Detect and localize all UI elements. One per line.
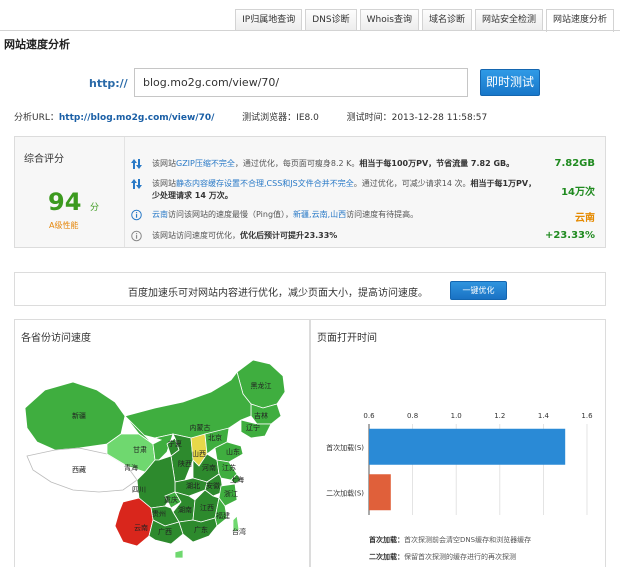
province-label: 青海 bbox=[124, 463, 138, 472]
province-label: 湖南 bbox=[178, 505, 192, 514]
page-title: 网站速度分析 bbox=[4, 38, 70, 51]
province-label: 浙江 bbox=[224, 489, 238, 498]
category-label: 首次加载(S) bbox=[326, 443, 364, 452]
province-label: 广西 bbox=[158, 527, 172, 536]
province-label: 上海 bbox=[230, 475, 244, 484]
legend-second-load: 二次加载：保留首次探测的缓存进行的再次探测 bbox=[369, 553, 516, 561]
x-tick-label: 1.4 bbox=[538, 412, 550, 420]
province-label: 内蒙古 bbox=[190, 423, 211, 432]
province-label: 吉林 bbox=[254, 411, 268, 420]
x-tick-label: 0.6 bbox=[363, 412, 375, 420]
category-label: 二次加载(S) bbox=[326, 488, 364, 497]
province-inner-mongolia[interactable] bbox=[124, 371, 252, 439]
tab-0[interactable]: IP归属地查询 bbox=[235, 9, 303, 31]
x-tick-label: 1.2 bbox=[494, 412, 505, 420]
legend-first-load: 首次加载：首次探测前会清空DNS缓存和浏览器缓存 bbox=[369, 536, 532, 544]
summary-item-text: 云南访问该网站的速度最慢（Ping值），新疆,云南,山西访问速度有待提高。 bbox=[152, 210, 419, 219]
tab-5[interactable]: 网站速度分析 bbox=[545, 9, 614, 32]
test-now-button[interactable]: 即时测试 bbox=[480, 69, 540, 96]
score-box: 综合评分 94 分 A级性能 bbox=[15, 137, 125, 247]
score-unit: 分 bbox=[90, 203, 100, 213]
info-icon bbox=[131, 230, 142, 242]
time-value: 2013-12-28 11:58:57 bbox=[391, 113, 488, 123]
summary-item-text: 该网站GZIP压缩不完全，通过优化，每页面可瘦身8.2 K。相当于每100万PV… bbox=[152, 159, 515, 168]
province-label: 湖北 bbox=[186, 481, 200, 490]
optimize-text: 百度加速乐可对网站内容进行优化，减少页面大小，提高访问速度。 bbox=[128, 288, 428, 299]
tab-4[interactable]: 网站安全检测 bbox=[474, 9, 543, 31]
tab-1[interactable]: DNS诊断 bbox=[305, 9, 357, 31]
province-label: 贵州 bbox=[152, 509, 166, 518]
province-label: 广东 bbox=[194, 525, 208, 534]
info-icon bbox=[131, 209, 142, 221]
url-label: 分析URL： bbox=[14, 113, 59, 123]
province-label: 新疆 bbox=[72, 411, 86, 420]
arrow-up-down-icon bbox=[131, 159, 142, 169]
province-label: 西藏 bbox=[72, 465, 86, 474]
province-hainan[interactable] bbox=[174, 549, 184, 559]
province-label: 江西 bbox=[200, 504, 214, 512]
province-label: 陕西 bbox=[178, 459, 192, 468]
province-label: 江苏 bbox=[222, 463, 236, 472]
time-label: 测试时间： bbox=[346, 113, 392, 123]
region-link[interactable]: 云南 bbox=[152, 210, 168, 219]
load-time-chart: 0.6 0.8 1.0 1.2 1.4 1.6 首次加载(S) 二次加载(S) bbox=[326, 412, 593, 515]
optimize-bar: 百度加速乐可对网站内容进行优化，减少页面大小，提高访问速度。 一键优化 bbox=[14, 272, 606, 306]
summary-item-text: 该网站静态内容缓存设置不合理,CSS和JS文件合并不完全。通过优化，可减少请求1… bbox=[152, 179, 537, 200]
province-label: 安徽 bbox=[206, 481, 220, 490]
score-value: 94 bbox=[48, 188, 82, 216]
province-label: 宁夏 bbox=[168, 439, 182, 448]
province-speed-panel: 各省份访问速度 黑龙江 吉林 辽宁 内蒙古 北京 新疆 甘肃 宁夏 青海 西藏 … bbox=[14, 319, 310, 567]
x-tick-label: 1.6 bbox=[581, 412, 593, 420]
province-label: 黑龙江 bbox=[251, 381, 272, 390]
province-label: 福建 bbox=[216, 511, 230, 520]
summary-item-value: 14万次 bbox=[561, 187, 595, 198]
tab-3[interactable]: 域名诊断 bbox=[421, 9, 472, 31]
url-prefix-label: http:// bbox=[89, 77, 128, 90]
summary-panel: 综合评分 94 分 A级性能 该网站GZIP压缩不完全，通过优化，每页面可瘦身8… bbox=[14, 136, 606, 248]
province-label: 河南 bbox=[202, 463, 216, 472]
summary-title: 综合评分 bbox=[24, 154, 64, 165]
province-label: 北京 bbox=[208, 433, 222, 442]
region-link[interactable]: 新疆,云南,山西 bbox=[293, 210, 346, 219]
issue-link[interactable]: GZIP压缩不完全 bbox=[176, 159, 235, 168]
province-label: 四川 bbox=[132, 486, 146, 494]
province-label: 甘肃 bbox=[133, 445, 147, 454]
x-tick-label: 1.0 bbox=[451, 412, 462, 420]
province-label: 山东 bbox=[226, 447, 240, 456]
province-label: 山西 bbox=[192, 449, 206, 458]
summary-item-value: 云南 bbox=[575, 213, 595, 224]
analysis-info: 分析URL：http://blog.mo2g.com/view/70/ 测试浏览… bbox=[14, 110, 487, 123]
summary-item-value: 7.82GB bbox=[554, 158, 595, 169]
analyzed-url-link[interactable]: http://blog.mo2g.com/view/70/ bbox=[59, 113, 215, 123]
province-label: 台湾 bbox=[232, 527, 246, 536]
bar-0[interactable] bbox=[369, 428, 566, 465]
page-load-time-panel: 页面打开时间 0.6 0.8 1.0 1.2 1.4 1.6 首次加载(S) 二次加载(S) … bbox=[310, 319, 606, 567]
title-bar: 网站速度分析 bbox=[0, 30, 620, 54]
url-input[interactable] bbox=[134, 68, 468, 97]
summary-item-value: +23.33% bbox=[544, 230, 595, 241]
summary-item-text: 该网站访问速度可优化，优化后预计可提升23.33% bbox=[152, 231, 338, 240]
province-yunnan[interactable] bbox=[114, 497, 154, 547]
bar-1[interactable] bbox=[369, 474, 391, 511]
browser-label: 测试浏览器： bbox=[242, 113, 297, 123]
issue-link[interactable]: 静态内容缓存设置不合理,CSS和JS文件合并不完全 bbox=[176, 179, 354, 188]
province-label: 重庆 bbox=[164, 495, 178, 504]
grade-label: A级性能 bbox=[49, 221, 79, 230]
one-click-optimize-button[interactable]: 一键优化 bbox=[450, 281, 507, 300]
china-speed-map: 黑龙江吉林辽宁 内蒙古北京 新疆甘肃 宁夏青海 西藏 山西 山东陕西 河南 江苏四川 湖北 安徽 上海… bbox=[24, 359, 286, 559]
browser-value: IE8.0 bbox=[296, 113, 319, 123]
province-label: 辽宁 bbox=[246, 423, 260, 432]
tool-tabs: IP归属地查询 DNS诊断 Whois查询 域名诊断 网站安全检测 网站速度分析 bbox=[232, 9, 614, 32]
x-tick-label: 0.8 bbox=[407, 412, 418, 420]
tab-2[interactable]: Whois查询 bbox=[359, 9, 419, 31]
province-label: 云南 bbox=[134, 523, 148, 532]
arrow-up-down-icon bbox=[131, 179, 142, 189]
